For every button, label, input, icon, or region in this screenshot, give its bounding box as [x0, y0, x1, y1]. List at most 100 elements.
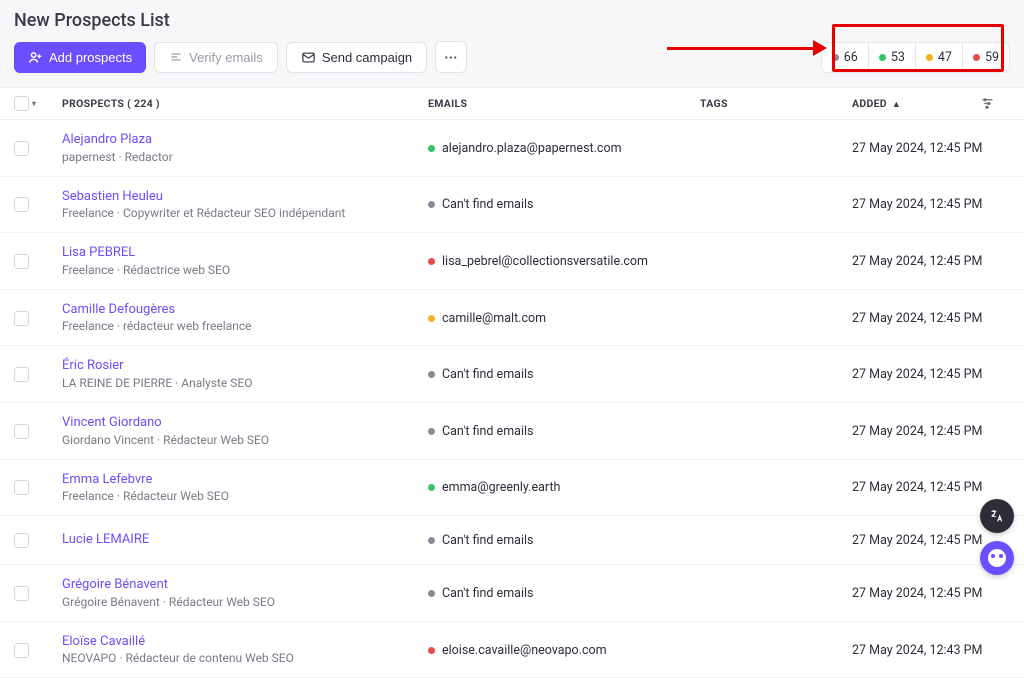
status-gray[interactable]: 66	[822, 43, 868, 72]
email-status-dot-icon	[428, 428, 435, 435]
prospect-email: camille@malt.com	[442, 311, 546, 326]
col-added-label[interactable]: ADDED	[852, 97, 887, 110]
dot-red-icon	[973, 54, 980, 61]
status-green-count: 53	[891, 50, 905, 65]
prospect-name-link[interactable]: Alejandro Plaza	[62, 132, 428, 148]
prospect-subtitle: Giordano Vincent · Rédacteur Web SEO	[62, 433, 269, 447]
dot-green-icon	[879, 54, 886, 61]
row-checkbox[interactable]	[14, 533, 29, 548]
prospect-name-link[interactable]: Éric Rosier	[62, 358, 428, 374]
dot-gray-icon	[832, 54, 839, 61]
table-row[interactable]: Camille Defougères Freelance · rédacteur…	[0, 290, 1024, 347]
email-status-dot-icon	[428, 315, 435, 322]
row-checkbox[interactable]	[14, 367, 29, 382]
prospect-subtitle: Freelance · Rédactrice web SEO	[62, 263, 230, 277]
row-checkbox[interactable]	[14, 424, 29, 439]
prospect-email: Can't find emails	[442, 367, 533, 382]
prospect-subtitle: Freelance · Rédacteur Web SEO	[62, 489, 229, 503]
prospect-name-link[interactable]: Eloïse Cavaillé	[62, 634, 428, 650]
table-row[interactable]: Éric Rosier LA REINE DE PIERRE · Analyst…	[0, 346, 1024, 403]
prospect-subtitle: Freelance · rédacteur web freelance	[62, 319, 251, 333]
more-icon: ···	[444, 50, 457, 65]
user-plus-icon	[28, 50, 43, 65]
row-checkbox[interactable]	[14, 586, 29, 601]
send-campaign-label: Send campaign	[322, 50, 412, 65]
table-row[interactable]: Eloïse Cavaillé NEOVAPO · Rédacteur de c…	[0, 622, 1024, 678]
prospect-added-date: 27 May 2024, 12:45 PM	[852, 141, 980, 156]
prospect-added-date: 27 May 2024, 12:45 PM	[852, 367, 980, 382]
prospect-name-link[interactable]: Vincent Giordano	[62, 415, 428, 431]
prospect-subtitle: papernest · Redactor	[62, 150, 173, 164]
email-status-dot-icon	[428, 258, 435, 265]
verify-icon	[169, 50, 183, 64]
prospect-name-link[interactable]: Sebastien Heuleu	[62, 189, 428, 205]
status-red-count: 59	[985, 50, 999, 65]
row-checkbox[interactable]	[14, 311, 29, 326]
email-status-dot-icon	[428, 201, 435, 208]
table-row[interactable]: Lisa PEBREL Freelance · Rédactrice web S…	[0, 233, 1024, 290]
verify-emails-button[interactable]: Verify emails	[154, 42, 278, 73]
prospect-email: eloise.cavaille@neovapo.com	[442, 643, 607, 658]
prospect-name-link[interactable]: Emma Lefebvre	[62, 472, 428, 488]
add-prospects-label: Add prospects	[49, 50, 132, 65]
page-title: New Prospects List	[14, 10, 1010, 31]
col-tags-label[interactable]: TAGS	[700, 97, 852, 110]
prospect-email: emma@greenly.earth	[442, 480, 560, 495]
row-checkbox[interactable]	[14, 480, 29, 495]
status-yellow[interactable]: 47	[915, 43, 962, 72]
row-checkbox[interactable]	[14, 643, 29, 658]
dot-yellow-icon	[926, 54, 933, 61]
email-status-dot-icon	[428, 590, 435, 597]
row-checkbox[interactable]	[14, 197, 29, 212]
prospect-added-date: 27 May 2024, 12:45 PM	[852, 424, 980, 439]
table-row[interactable]: Alejandro Plaza papernest · Redactor ale…	[0, 120, 1024, 177]
verify-emails-label: Verify emails	[189, 50, 263, 65]
status-green[interactable]: 53	[868, 43, 915, 72]
more-actions-button[interactable]: ···	[435, 41, 467, 73]
status-yellow-count: 47	[938, 50, 952, 65]
prospect-email: alejandro.plaza@papernest.com	[442, 141, 622, 156]
prospect-added-date: 27 May 2024, 12:43 PM	[852, 643, 980, 658]
prospect-added-date: 27 May 2024, 12:45 PM	[852, 480, 980, 495]
table-row[interactable]: Grégoire Bénavent Grégoire Bénavent · Ré…	[0, 565, 1024, 622]
prospect-subtitle: NEOVAPO · Rédacteur de contenu Web SEO	[62, 651, 294, 665]
prospect-subtitle: Freelance · Copywriter et Rédacteur SEO …	[62, 206, 345, 220]
email-status-dot-icon	[428, 145, 435, 152]
email-status-dot-icon	[428, 371, 435, 378]
status-gray-count: 66	[844, 50, 858, 65]
prospect-name-link[interactable]: Lisa PEBREL	[62, 245, 428, 261]
status-counts: 66 53 47 59	[821, 42, 1010, 73]
filter-icon[interactable]	[980, 96, 1008, 111]
table-row[interactable]: Vincent Giordano Giordano Vincent · Réda…	[0, 403, 1024, 460]
prospect-added-date: 27 May 2024, 12:45 PM	[852, 586, 980, 601]
prospect-name-link[interactable]: Camille Defougères	[62, 302, 428, 318]
add-prospects-button[interactable]: Add prospects	[14, 42, 146, 73]
prospect-name-link[interactable]: Grégoire Bénavent	[62, 577, 428, 593]
table-header-row: ▾ PROSPECTS ( 224 ) EMAILS TAGS ADDED ▲	[0, 88, 1024, 120]
col-prospects-count: ( 224 )	[127, 97, 160, 110]
row-checkbox[interactable]	[14, 254, 29, 269]
prospect-email: lisa_pebrel@collectionsversatile.com	[442, 254, 648, 269]
translate-button[interactable]	[980, 499, 1014, 533]
status-red[interactable]: 59	[962, 43, 1009, 72]
prospect-added-date: 27 May 2024, 12:45 PM	[852, 197, 980, 212]
chevron-down-icon[interactable]: ▾	[32, 99, 36, 108]
send-campaign-button[interactable]: Send campaign	[286, 42, 427, 73]
col-emails-label[interactable]: EMAILS	[428, 97, 700, 110]
chat-bot-icon	[988, 549, 1006, 567]
table-row[interactable]: Sebastien Heuleu Freelance · Copywriter …	[0, 177, 1024, 234]
prospect-email: Can't find emails	[442, 197, 533, 212]
prospect-email: Can't find emails	[442, 586, 533, 601]
table-row[interactable]: Lucie LEMAIRE Can't find emails 27 May 2…	[0, 516, 1024, 565]
prospect-name-link[interactable]: Lucie LEMAIRE	[62, 532, 428, 548]
prospects-table: ▾ PROSPECTS ( 224 ) EMAILS TAGS ADDED ▲	[0, 87, 1024, 678]
row-checkbox[interactable]	[14, 141, 29, 156]
prospect-email: Can't find emails	[442, 533, 533, 548]
chat-button[interactable]	[980, 541, 1014, 575]
col-prospects-label[interactable]: PROSPECTS	[62, 97, 124, 110]
table-row[interactable]: Emma Lefebvre Freelance · Rédacteur Web …	[0, 460, 1024, 517]
prospect-added-date: 27 May 2024, 12:45 PM	[852, 311, 980, 326]
sort-asc-icon[interactable]: ▲	[892, 100, 901, 110]
prospect-subtitle: LA REINE DE PIERRE · Analyste SEO	[62, 376, 252, 390]
select-all-checkbox[interactable]	[14, 96, 29, 111]
